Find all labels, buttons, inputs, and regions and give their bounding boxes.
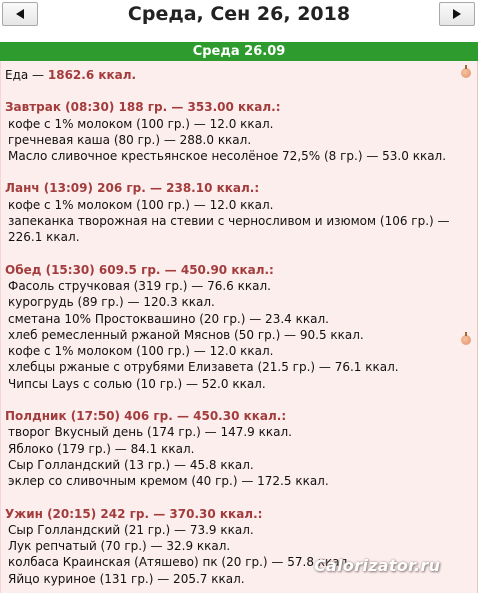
meal-afternoon-snack: Полдник (17:50) 406 гр. — 450.30 ккал.: … — [5, 408, 455, 489]
arrow-left-icon — [16, 9, 24, 19]
food-item: эклер со сливочным кремом (40 гр.) — 172… — [8, 474, 329, 489]
apple-icon — [461, 332, 471, 345]
top-navigation-bar: Среда, Сен 26, 2018 — [0, 0, 478, 34]
food-item: гречневая каша (80 гр.) — 288.0 ккал. — [8, 132, 252, 147]
meal-dinner: Обед (15:30) 609.5 гр. — 450.90 ккал.: Ф… — [5, 262, 455, 392]
food-item: Масло сливочное крестьянское несолёное 7… — [8, 149, 447, 164]
daily-total-label: Еда — — [5, 68, 48, 82]
next-day-button[interactable] — [439, 2, 475, 26]
diary-content: Еда — 1862.6 ккал. Завтрак (08:30) 188 г… — [5, 67, 455, 587]
food-item-continuation: 226.1 ккал. — [8, 230, 80, 245]
page-title: Среда, Сен 26, 2018 — [127, 3, 351, 25]
food-item: Сыр Голландский (13 гр.) — 45.8 ккал. — [8, 457, 254, 472]
site-watermark: Calorizator.ru — [314, 556, 441, 575]
food-item: Лук репчатый (70 гр.) — 32.9 ккал. — [8, 539, 231, 554]
daily-total: Еда — 1862.6 ккал. — [5, 67, 455, 83]
food-item: Яблоко (179 гр.) — 84.1 ккал. — [8, 441, 195, 456]
meal-breakfast: Завтрак (08:30) 188 гр. — 353.00 ккал.: … — [5, 99, 455, 164]
meal-lunch: Ланч (13:09) 206 гр. — 238.10 ккал.: коф… — [5, 180, 455, 245]
meal-header: Завтрак (08:30) 188 гр. — 353.00 ккал.: — [5, 100, 281, 115]
diary-panel: Еда — 1862.6 ккал. Завтрак (08:30) 188 г… — [0, 61, 478, 593]
food-item: Сыр Голландский (21 гр.) — 73.9 ккал. — [8, 522, 254, 537]
meal-header: Ланч (13:09) 206 гр. — 238.10 ккал.: — [5, 181, 260, 196]
daily-total-value: 1862.6 ккал. — [47, 68, 137, 82]
previous-day-button[interactable] — [2, 2, 38, 26]
food-item: хлеб ремесленный ржаной Мяснов (50 гр.) … — [8, 327, 364, 342]
apple-icon — [461, 65, 471, 78]
food-item: запеканка творожная на стевии с черносли… — [8, 214, 450, 229]
food-item: сметана 10% Простоквашино (20 гр.) — 23.… — [8, 311, 329, 326]
food-item: Чипсы Lays с солью (10 гр.) — 52.0 ккал. — [8, 376, 266, 391]
food-item: хлебцы ржаные с отрубями Елизавета (21.5… — [8, 360, 399, 375]
food-item: кофе с 1% молоком (100 гр.) — 12.0 ккал. — [8, 116, 274, 131]
food-item: кофе с 1% молоком (100 гр.) — 12.0 ккал. — [8, 344, 274, 359]
arrow-right-icon — [453, 9, 461, 19]
meal-header: Полдник (17:50) 406 гр. — 450.30 ккал.: — [5, 409, 287, 424]
food-item: курогрудь (89 гр.) — 120.3 ккал. — [8, 295, 215, 310]
food-item: кофе с 1% молоком (100 гр.) — 12.0 ккал. — [8, 197, 274, 212]
food-item: творог Вкусный день (174 гр.) — 147.9 кк… — [8, 425, 292, 440]
meal-header: Ужин (20:15) 242 гр. — 370.30 ккал.: — [5, 506, 263, 521]
food-item: Фасоль стручковая (319 гр.) — 76.6 ккал. — [8, 278, 271, 293]
meal-header: Обед (15:30) 609.5 гр. — 450.90 ккал.: — [5, 262, 274, 277]
day-header-bar: Среда 26.09 — [0, 42, 478, 61]
